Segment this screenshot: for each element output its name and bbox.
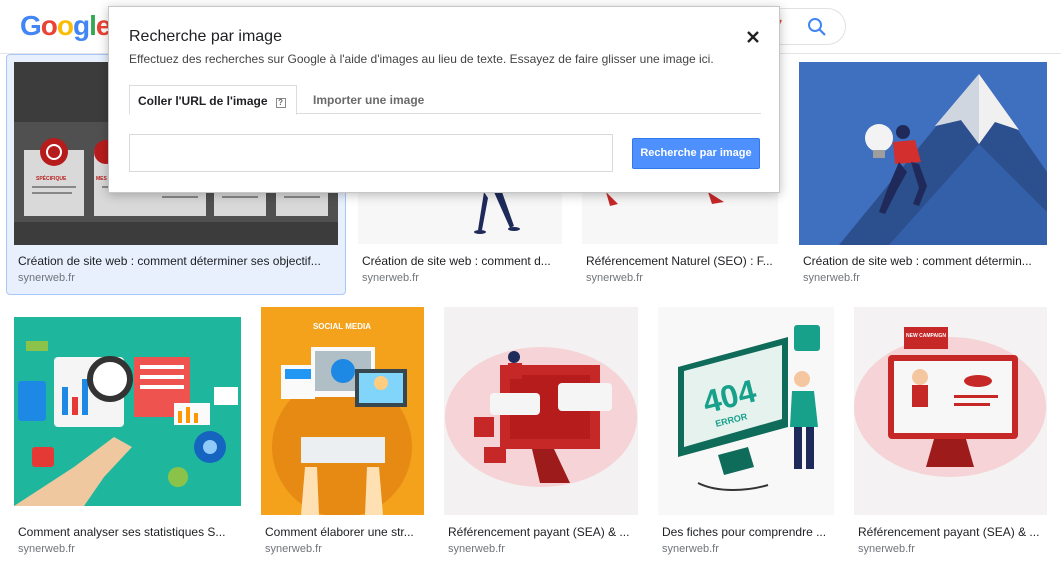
tab-paste-url[interactable]: Coller l'URL de l'image? (129, 85, 297, 115)
result-thumbnail-sea-campaign[interactable]: NEW CAMPAIGN (854, 307, 1047, 515)
result-title[interactable]: Référencement Naturel (SEO) : F... (586, 254, 776, 268)
result-thumbnail-mountain[interactable] (799, 62, 1047, 245)
result-source: synerweb.fr (18, 543, 75, 555)
result-source: synerweb.fr (265, 543, 322, 555)
result-source: synerweb.fr (362, 272, 419, 284)
dialog-title: Recherche par image (129, 28, 282, 45)
thumb-label-social-media: SOCIAL MEDIA (313, 322, 371, 331)
result-title[interactable]: Des fiches pour comprendre ... (662, 525, 832, 539)
result-source: synerweb.fr (803, 272, 860, 284)
result-title[interactable]: Création de site web : comment détermine… (18, 254, 338, 268)
result-thumbnail-social-media[interactable]: SOCIAL MEDIA (261, 307, 424, 515)
result-source: synerweb.fr (18, 272, 75, 284)
search-icon[interactable] (806, 16, 828, 38)
result-source: synerweb.fr (858, 543, 915, 555)
result-title[interactable]: Comment élaborer une str... (265, 525, 421, 539)
result-thumbnail-person[interactable] (358, 192, 562, 244)
tab-paste-url-label: Coller l'URL de l'image (138, 94, 268, 108)
result-title[interactable]: Création de site web : comment détermin.… (803, 254, 1043, 268)
result-thumbnail-404[interactable]: 404 ERROR (658, 307, 834, 515)
result-title[interactable]: Création de site web : comment d... (362, 254, 558, 268)
search-by-image-dialog: Recherche par image Effectuez des recher… (108, 6, 780, 193)
result-source: synerweb.fr (448, 543, 505, 555)
result-title[interactable]: Référencement payant (SEA) & ... (448, 525, 634, 539)
thumb-label-specifique: SPÉCIFIQUE (36, 174, 67, 182)
search-by-image-button[interactable]: Recherche par image (632, 138, 760, 169)
result-title[interactable]: Comment analyser ses statistiques S... (18, 525, 238, 539)
result-title[interactable]: Référencement payant (SEA) & ... (858, 525, 1044, 539)
result-source: synerweb.fr (662, 543, 719, 555)
result-thumbnail-sea-red[interactable] (444, 307, 638, 515)
google-logo[interactable]: Google (20, 10, 111, 42)
close-icon[interactable] (745, 29, 761, 45)
thumb-label-new-campaign: NEW CAMPAIGN (906, 333, 946, 339)
dialog-description: Effectuez des recherches sur Google à l'… (129, 52, 714, 66)
tab-upload-image[interactable]: Importer une image (313, 93, 424, 107)
result-thumbnail-seo[interactable] (582, 192, 778, 244)
result-source: synerweb.fr (586, 272, 643, 284)
thumb-label-mesurable: MES (96, 176, 108, 182)
image-url-input[interactable] (129, 134, 613, 172)
result-thumbnail-statistics[interactable] (14, 317, 241, 506)
help-icon[interactable]: ? (275, 98, 286, 108)
